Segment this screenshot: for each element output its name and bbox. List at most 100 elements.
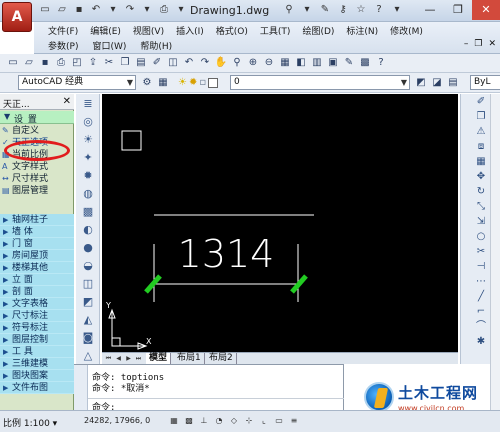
otrack-icon[interactable]: ⊹: [243, 415, 255, 427]
application-menu-button[interactable]: A: [2, 2, 32, 32]
properties-icon[interactable]: ▦: [278, 56, 292, 70]
close-icon[interactable]: ✕: [63, 96, 71, 107]
block-editor-icon[interactable]: ◫: [166, 56, 180, 70]
category-item[interactable]: ▶ 楼梯其他: [0, 262, 74, 274]
search-dropdown-icon[interactable]: ▾: [300, 3, 314, 17]
snap-icon[interactable]: ▦: [168, 415, 180, 427]
binoculars-icon[interactable]: ⚲: [282, 3, 296, 17]
mdi-minimize-button[interactable]: –: [464, 39, 469, 49]
offset-icon[interactable]: ⧈: [473, 139, 489, 154]
help-icon[interactable]: ?: [372, 3, 386, 17]
mdi-restore-button[interactable]: ❐: [474, 39, 482, 49]
print-icon[interactable]: ⎙: [54, 56, 68, 70]
menu-item-dimension-style[interactable]: ↔ 尺寸样式: [0, 173, 74, 185]
make-current-layer-icon[interactable]: ◩: [414, 76, 428, 90]
open-icon[interactable]: ▱: [22, 56, 36, 70]
cone-icon[interactable]: △: [79, 347, 97, 364]
array-icon[interactable]: ▦: [473, 154, 489, 169]
globe-icon[interactable]: ◍: [79, 185, 97, 202]
lightbulb-icon[interactable]: ☀: [79, 131, 97, 148]
save-icon[interactable]: ▪: [72, 3, 86, 17]
chamfer-icon[interactable]: ⌐: [473, 304, 489, 319]
extend-icon[interactable]: ⊣: [473, 259, 489, 274]
tab-layout2[interactable]: 布局2: [206, 353, 237, 364]
lineweight-icon[interactable]: ≡: [288, 415, 300, 427]
paste-icon[interactable]: ▤: [134, 56, 148, 70]
circle-icon[interactable]: ○: [473, 229, 489, 244]
redo-icon[interactable]: ↷: [123, 3, 137, 17]
menu-item-custom[interactable]: ✎ 自定义: [0, 125, 74, 137]
design-center-icon[interactable]: ◧: [294, 56, 308, 70]
color-select[interactable]: ByL: [470, 75, 500, 90]
category-item[interactable]: ▶ 图块图案: [0, 370, 74, 382]
tab-layout1[interactable]: 布局1: [174, 353, 205, 364]
undo-dropdown-icon[interactable]: ▾: [106, 3, 120, 17]
menu-item[interactable]: 修改(M): [390, 24, 423, 37]
category-item[interactable]: ▶ 符号标注: [0, 322, 74, 334]
markup-icon[interactable]: ✎: [342, 56, 356, 70]
drawing-canvas[interactable]: 1314 Y X: [102, 94, 458, 364]
pan-icon[interactable]: ✋: [214, 56, 228, 70]
sheet-set-icon[interactable]: ▣: [326, 56, 340, 70]
move-icon[interactable]: ✥: [473, 169, 489, 184]
copy-icon[interactable]: ❐: [118, 56, 132, 70]
osnap-icon[interactable]: ◇: [228, 415, 240, 427]
ortho-icon[interactable]: ⊥: [198, 415, 210, 427]
preview-icon[interactable]: ◰: [70, 56, 84, 70]
menu-item[interactable]: 参数(P): [48, 39, 78, 52]
mirror-icon[interactable]: ⚠: [473, 124, 489, 139]
undo-icon[interactable]: ↶: [89, 3, 103, 17]
box-icon[interactable]: ◫: [79, 275, 97, 292]
rotate-icon[interactable]: ↻: [473, 184, 489, 199]
tab-model[interactable]: 模型: [146, 353, 172, 364]
category-item[interactable]: ▶ 剖 面: [0, 286, 74, 298]
prev-tab-icon[interactable]: ◀: [114, 354, 123, 363]
mdi-close-button[interactable]: ✕: [488, 39, 496, 49]
category-item[interactable]: ▶ 门 窗: [0, 238, 74, 250]
category-item[interactable]: ▶ 文件布图: [0, 382, 74, 394]
redo-dropdown-icon[interactable]: ▾: [140, 3, 154, 17]
wedge-icon[interactable]: ◭: [79, 311, 97, 328]
settings-section-header[interactable]: ▼ 设 置: [0, 111, 74, 125]
cylinder-icon[interactable]: ◙: [79, 329, 97, 346]
new-file-icon[interactable]: ▭: [38, 3, 52, 17]
layers-stack-icon[interactable]: ≣: [79, 95, 97, 112]
lock-icon[interactable]: ▫: [199, 76, 206, 90]
maximize-button[interactable]: ❐: [444, 0, 472, 20]
zoom-realtime-icon[interactable]: ⚲: [230, 56, 244, 70]
plot-icon[interactable]: ⎙: [157, 3, 171, 17]
ducs-icon[interactable]: ⌞: [258, 415, 270, 427]
layer-select[interactable]: 0 ▼: [230, 75, 410, 90]
category-item[interactable]: ▶ 文字表格: [0, 298, 74, 310]
category-item[interactable]: ▶ 轴网柱子: [0, 214, 74, 226]
close-button[interactable]: ✕: [472, 0, 500, 20]
dyn-icon[interactable]: ▭: [273, 415, 285, 427]
cube-icon[interactable]: ◩: [79, 293, 97, 310]
workspace-select[interactable]: AutoCAD 经典 ▼: [18, 75, 136, 90]
scale-icon[interactable]: ⤡: [473, 199, 489, 214]
category-item[interactable]: ▶ 房间屋顶: [0, 250, 74, 262]
sun-icon[interactable]: ✹: [79, 167, 97, 184]
first-tab-icon[interactable]: ⏮: [104, 354, 113, 363]
match-properties-icon[interactable]: ✐: [150, 56, 164, 70]
polyline-icon[interactable]: ⌒: [473, 319, 489, 334]
menu-item[interactable]: 工具(T): [260, 24, 291, 37]
menu-item[interactable]: 标注(N): [346, 24, 378, 37]
cut-icon[interactable]: ✂: [102, 56, 116, 70]
scale-selector[interactable]: 比例 1:100 ▾: [3, 416, 57, 429]
help-dropdown-icon[interactable]: ▾: [390, 3, 404, 17]
layer-previous-icon[interactable]: ◪: [430, 76, 444, 90]
menu-item[interactable]: 视图(V): [133, 24, 164, 37]
menu-item[interactable]: 插入(I): [176, 24, 204, 37]
command-line-grip[interactable]: [74, 365, 88, 411]
new-icon[interactable]: ▭: [6, 56, 20, 70]
explode-icon[interactable]: ✱: [473, 334, 489, 349]
texture-icon[interactable]: ▩: [79, 203, 97, 220]
lightbulb-icon[interactable]: ☀: [178, 76, 187, 90]
render-icon[interactable]: ◒: [79, 257, 97, 274]
layer-match-icon[interactable]: ▤: [446, 76, 460, 90]
help-icon[interactable]: ?: [374, 56, 388, 70]
menu-item[interactable]: 文件(F): [48, 24, 78, 37]
zoom-window-icon[interactable]: ⊕: [246, 56, 260, 70]
sun-icon[interactable]: ✹: [189, 76, 197, 90]
